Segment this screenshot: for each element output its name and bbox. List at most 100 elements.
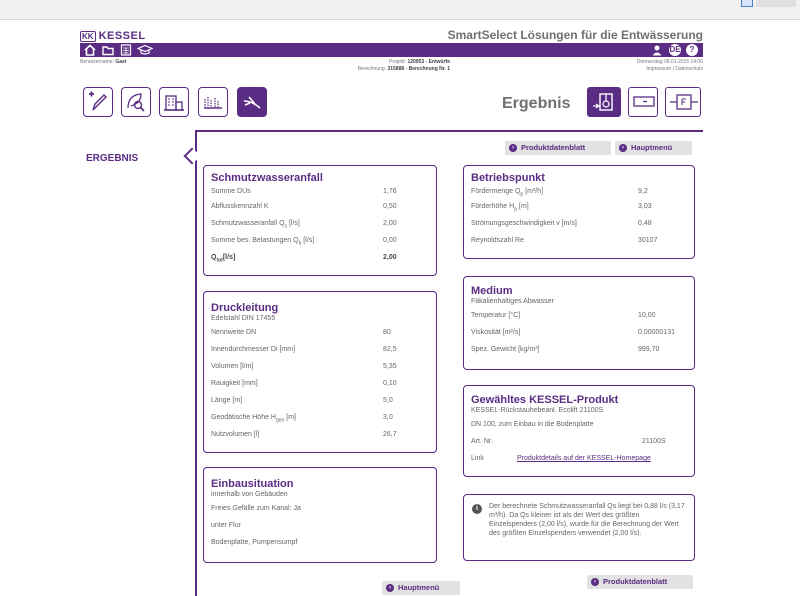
bp-row: Fördermenge Qp [m³/h] 9,2 [471, 186, 687, 198]
kessel-logo[interactable]: KK KESSEL [80, 30, 146, 42]
sidebar-pointer [183, 147, 201, 165]
link-label: Link [471, 455, 484, 462]
produktdatenblatt-button-top[interactable]: › Produktdatenblatt [505, 141, 611, 155]
current-date: Donnerstag 08.01.2015 14:00 [636, 59, 703, 65]
dl-row: Rauigkeit [mm] 0,10 [211, 375, 429, 392]
filter-box-icon [670, 94, 698, 110]
browser-toolbar [0, 0, 800, 20]
hauptmenu-button-bottom[interactable]: › Hauptmenü [382, 581, 460, 595]
sw-unit: [l/s] [287, 220, 300, 227]
bp-label: Reynoldszahl Re [471, 237, 524, 244]
md-row: Spez. Gewicht [kg/m³] 999,70 [471, 341, 687, 358]
sw-value: 2,00 [383, 220, 397, 227]
einbau-line: Bodenplatte, Pumpensumpf [211, 539, 298, 546]
betriebspunkt-card: Betriebspunkt Fördermenge Qp [m³/h] 9,2 F… [463, 165, 695, 259]
content-left-rule [195, 130, 197, 596]
bp-row: Reynoldszahl Re 30107 [471, 232, 687, 249]
view-pipe-button[interactable] [628, 87, 658, 117]
hauptmenu-button-top[interactable]: › Hauptmenü [615, 141, 692, 155]
logo-text: KESSEL [98, 30, 146, 42]
druckleitung-title: Druckleitung [211, 302, 279, 314]
bp-unit: [m] [516, 203, 529, 210]
pump-station-icon [593, 93, 613, 111]
medium-card: Medium Fäkalienhaltiges Abwasser Tempera… [463, 276, 695, 370]
site-title: SmartSelect Lösungen für die Entwässerun… [447, 28, 703, 42]
step-result[interactable] [237, 87, 267, 117]
dl-label: Innendurchmesser Di [mm] [211, 346, 296, 353]
dl-value: 5,0 [383, 397, 393, 404]
bp-row: Förderhöhe Hp [m] 3,03 [471, 198, 687, 215]
bp-value: 0,48 [638, 220, 652, 227]
dl-value: 82,5 [383, 346, 397, 353]
sw-label: Abflusskennzahl K [211, 203, 269, 210]
help-button[interactable]: ? [686, 44, 698, 56]
druckleitung-card: Druckleitung Edelstahl DIN 17455 Nennwei… [203, 291, 437, 453]
sw-value: 2,00 [383, 254, 397, 261]
dl-value: 5,35 [383, 363, 397, 370]
meta-separator: | [672, 66, 674, 72]
datenschutz-link[interactable]: Datenschutz [675, 66, 703, 72]
dl-row: Nutzvolumen [l] 26,7 [211, 426, 429, 443]
sw-row-k: Abflusskennzahl K 0,50 [211, 198, 429, 215]
md-label: Viskosität [m²/s] [471, 329, 521, 336]
sw-label: Schmutzwasseranfall Q [211, 220, 285, 227]
project-info: Projekt: 120953 - Entwürfe Berechnung: 3… [330, 59, 450, 73]
view-pump-button[interactable] [587, 87, 621, 117]
chevron-right-icon: › [386, 584, 394, 592]
home-icon[interactable] [84, 44, 96, 56]
dl-row: Nennweite DN 80 [211, 324, 429, 341]
produkt-art-row: Art. Nr. 21100S [471, 433, 687, 450]
sw-value: 0,00 [383, 237, 397, 244]
bp-unit: [m³/h] [523, 188, 544, 195]
calculator-icon[interactable] [120, 44, 132, 56]
dl-row: Länge [m] 5,0 [211, 392, 429, 409]
md-value: 0,00000131 [638, 329, 675, 336]
drainage-objects-icon [204, 97, 222, 109]
date-info: Donnerstag 08.01.2015 14:00 Impressum | … [637, 59, 703, 73]
info-icon: i [472, 504, 482, 514]
einbau-line: unter Flur [211, 522, 241, 529]
calc-label: Berechnung: [357, 66, 387, 72]
chevron-right-icon: › [619, 144, 627, 152]
art-label: Art. Nr. [471, 438, 493, 445]
produktdatenblatt-button-bottom[interactable]: › Produktdatenblatt [587, 575, 693, 589]
dl-value: 80 [383, 329, 391, 336]
chevron-right-icon: › [591, 578, 599, 586]
content-top-rule [195, 130, 703, 132]
produktdetails-link[interactable]: Produktdetails auf der KESSEL-Homepage [517, 450, 651, 467]
dl-label: Nutzvolumen [l] [211, 431, 260, 438]
browser-tab-strip [756, 0, 796, 7]
produkt-card: Gewähltes KESSEL-Produkt KESSEL-Rückstau… [463, 385, 695, 477]
md-row: Temperatur [°C] 10,00 [471, 307, 687, 324]
view-filter-button[interactable] [665, 87, 701, 117]
graduation-cap-icon[interactable] [136, 44, 154, 56]
dl-label: Geodätische Höhe H [211, 414, 276, 421]
pipe-icon [243, 96, 261, 109]
md-value: 999,70 [638, 346, 660, 353]
step-drainage[interactable] [198, 87, 228, 117]
building-icon [164, 95, 184, 111]
language-button[interactable]: DE [669, 44, 681, 56]
step-search[interactable] [121, 87, 151, 117]
step-new-calculation[interactable] [83, 87, 113, 117]
folder-icon[interactable] [102, 44, 114, 56]
step-building[interactable] [159, 87, 189, 117]
medium-title: Medium [471, 285, 513, 297]
produkt-line: DN 100, zum Einbau in die Bodenplatte [471, 421, 594, 428]
dl-label: Länge [m] [211, 397, 243, 404]
sw-value: 1,76 [383, 188, 397, 195]
dl-label: Nennweite DN [211, 329, 257, 336]
bp-value: 30107 [638, 237, 658, 244]
impressum-link[interactable]: Impressum [646, 66, 671, 72]
logo-mark: KK [80, 30, 96, 42]
chevron-right-icon: › [509, 144, 517, 152]
user-icon[interactable] [651, 44, 663, 56]
druckleitung-subtitle: Edelstahl DIN 17455 [211, 315, 276, 322]
user-name: Gast [115, 59, 127, 65]
dl-unit: [m] [284, 414, 296, 421]
bp-label: Förderhöhe H [471, 203, 515, 210]
leaf-search-icon [127, 93, 145, 112]
browser-tab-icon[interactable] [741, 0, 753, 7]
project-value: 120953 - Entwürfe [407, 59, 450, 65]
info-note: i Der berechnete Schmutzwasseranfall Qs … [463, 494, 695, 561]
